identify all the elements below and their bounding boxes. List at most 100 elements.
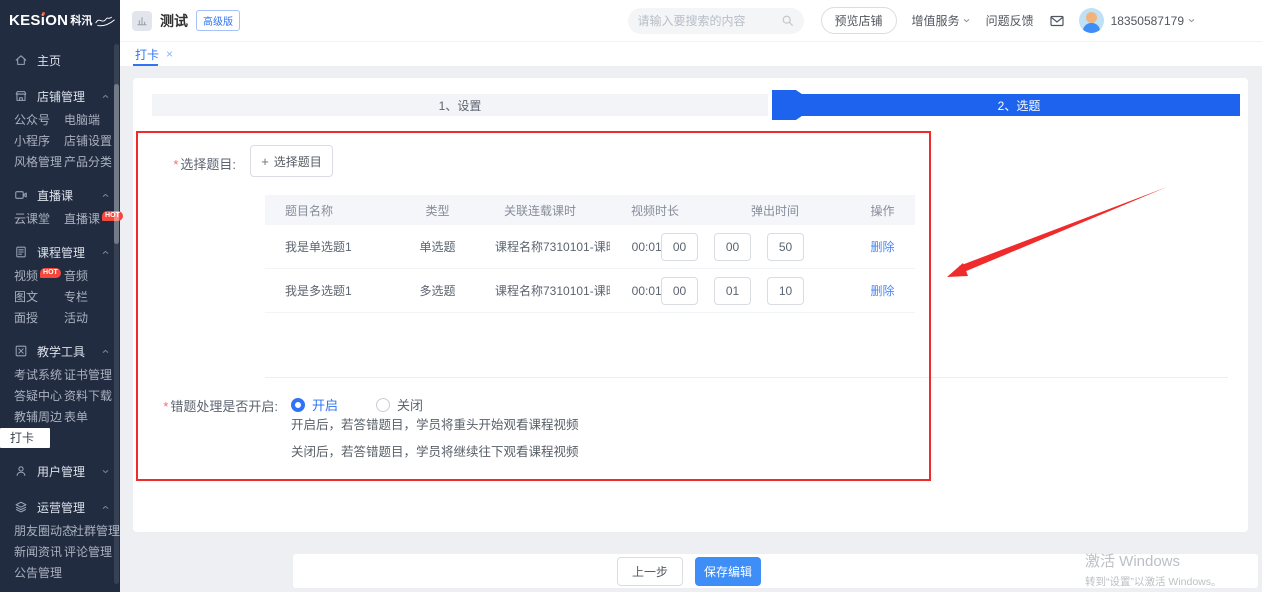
account-menu[interactable]: 18350587179 — [1111, 14, 1196, 28]
plus-icon: + — [261, 154, 269, 169]
sidebar-menu: 主页店铺管理公众号电脑端小程序店铺设置风格管理产品分类直播课云课堂直播课HOT课… — [0, 40, 120, 592]
column-header: 关联连载课时 — [470, 202, 610, 219]
question-table: 题目名称类型关联连载课时视频时长弹出时间操作 我是单选题1单选题课程名称7310… — [265, 195, 915, 313]
sidebar-scrollbar[interactable] — [114, 44, 119, 584]
main-card: 1、设置 2、选题 *选择题目: + 选择题目 题目名称类型关联连载课时视频时长… — [133, 78, 1248, 532]
sidebar-group-shop-management[interactable]: 店铺管理 — [0, 82, 120, 110]
chevron-up-icon — [101, 503, 110, 512]
select-question-label: *选择题目: — [133, 154, 236, 173]
sidebar-item[interactable]: 视频HOT — [14, 266, 64, 287]
radio-option-on[interactable]: 开启 — [291, 395, 338, 414]
popup-time-input[interactable] — [661, 277, 698, 305]
step-1-settings[interactable]: 1、设置 — [152, 94, 768, 116]
sidebar-item[interactable]: 公告管理 — [14, 563, 64, 584]
sidebar-item[interactable]: 教辅周边 — [14, 407, 64, 428]
sidebar-item[interactable]: 面授 — [14, 308, 64, 329]
search-input[interactable] — [638, 14, 781, 28]
popup-time-input[interactable] — [714, 277, 751, 305]
question-type: 多选题 — [405, 282, 470, 299]
radio-icon[interactable] — [376, 398, 390, 412]
table-header: 题目名称类型关联连载课时视频时长弹出时间操作 — [265, 195, 915, 225]
mail-icon[interactable] — [1049, 13, 1065, 29]
popup-time-input[interactable] — [767, 277, 804, 305]
sidebar-item[interactable]: 云课堂 — [14, 209, 64, 230]
sidebar-item[interactable]: 评论管理 — [64, 542, 112, 563]
value-added-services-menu[interactable]: 增值服务 — [912, 12, 971, 29]
note-text: 开启后，若答错题目，学员将重头开始观看课程视频 — [291, 419, 579, 432]
previous-step-button[interactable]: 上一步 — [617, 557, 683, 586]
chevron-up-icon — [101, 248, 110, 257]
sidebar-item[interactable]: 公众号 — [14, 110, 64, 131]
table-row: 我是多选题1多选题课程名称7310101-课时00:01:16删除 — [265, 269, 915, 313]
radio-option-off[interactable]: 关闭 — [376, 395, 423, 414]
user-management-icon — [14, 464, 28, 478]
sidebar-item[interactable]: 打卡 — [0, 428, 50, 448]
sidebar-item[interactable]: 证书管理 — [64, 365, 112, 386]
sidebar-item[interactable]: 社群管理 — [72, 521, 120, 542]
tab-daka[interactable]: 打卡 × — [133, 42, 175, 66]
sidebar-group-course-management[interactable]: 课程管理 — [0, 238, 120, 266]
delete-link[interactable]: 删除 — [870, 284, 894, 298]
sidebar-group-user-management[interactable]: 用户管理 — [0, 457, 120, 485]
column-header: 操作 — [850, 202, 915, 219]
sidebar-item[interactable]: 专栏 — [64, 287, 88, 308]
sidebar-group-home[interactable]: 主页 — [0, 46, 120, 74]
chevron-up-icon — [101, 191, 110, 200]
hot-badge: HOT — [102, 211, 123, 221]
home-icon — [14, 53, 28, 67]
feedback-link[interactable]: 问题反馈 — [986, 12, 1034, 29]
popup-time-input[interactable] — [661, 233, 698, 261]
column-header: 题目名称 — [265, 202, 405, 219]
sidebar-item[interactable]: 电脑端 — [64, 110, 100, 131]
chevron-down-icon — [101, 467, 110, 476]
page-title: 测试 — [160, 11, 188, 31]
save-edit-button[interactable]: 保存编辑 — [695, 557, 761, 586]
teaching-tools-icon — [14, 344, 28, 358]
sidebar-item[interactable]: 风格管理 — [14, 152, 64, 173]
avatar[interactable] — [1079, 8, 1104, 33]
radio-icon[interactable] — [291, 398, 305, 412]
brand-logo-cn: 科汛 — [70, 12, 92, 28]
step-2-select-questions[interactable]: 2、选题 — [798, 94, 1240, 116]
sidebar-group-partial[interactable] — [0, 588, 120, 592]
sidebar-item[interactable]: 图文 — [14, 287, 64, 308]
question-name: 我是多选题1 — [265, 282, 405, 299]
popup-time-cell — [700, 233, 850, 261]
sidebar-item[interactable]: 表单 — [64, 407, 88, 428]
shop-management-icon — [14, 89, 28, 103]
question-type: 单选题 — [405, 238, 470, 255]
add-question-button[interactable]: + 选择题目 — [250, 145, 333, 177]
linked-lesson: 课程名称7310101-课时 — [470, 238, 610, 255]
sidebar-item[interactable]: 活动 — [64, 308, 88, 329]
popup-time-cell — [700, 277, 850, 305]
question-name: 我是单选题1 — [265, 238, 405, 255]
sidebar-item[interactable]: 考试系统 — [14, 365, 64, 386]
chevron-up-icon — [101, 92, 110, 101]
sidebar-item[interactable]: 店铺设置 — [64, 131, 112, 152]
delete-link[interactable]: 删除 — [870, 240, 894, 254]
sidebar-item[interactable]: 小程序 — [14, 131, 64, 152]
sidebar-item[interactable]: 资料下载 — [64, 386, 112, 407]
chevron-down-icon — [1187, 16, 1196, 25]
sidebar-item[interactable]: 答疑中心 — [14, 386, 64, 407]
plan-badge: 高级版 — [196, 10, 240, 31]
course-management-icon — [14, 245, 28, 259]
sidebar-item[interactable]: 朋友圈动态 — [14, 521, 72, 542]
column-header: 视频时长 — [610, 202, 700, 219]
sidebar-group-teaching-tools[interactable]: 教学工具 — [0, 337, 120, 365]
preview-shop-button[interactable]: 预览店铺 — [821, 7, 897, 34]
sidebar-group-operation-management[interactable]: 运营管理 — [0, 493, 120, 521]
wrong-answer-radio-group: 开启 关闭 — [291, 395, 423, 414]
sidebar-scrollbar-thumb[interactable] — [114, 84, 119, 244]
popup-time-input[interactable] — [714, 233, 751, 261]
sidebar-group-live-course[interactable]: 直播课 — [0, 181, 120, 209]
close-icon[interactable]: × — [166, 47, 173, 61]
search-icon[interactable] — [781, 14, 794, 27]
sidebar-item[interactable]: 音频 — [64, 266, 88, 287]
popup-time-input[interactable] — [767, 233, 804, 261]
sidebar-item[interactable]: 新闻资讯 — [14, 542, 64, 563]
sidebar-item[interactable]: 产品分类 — [64, 152, 112, 173]
required-mark: * — [163, 399, 168, 414]
search-box[interactable] — [628, 8, 804, 34]
section-divider — [265, 377, 1228, 378]
